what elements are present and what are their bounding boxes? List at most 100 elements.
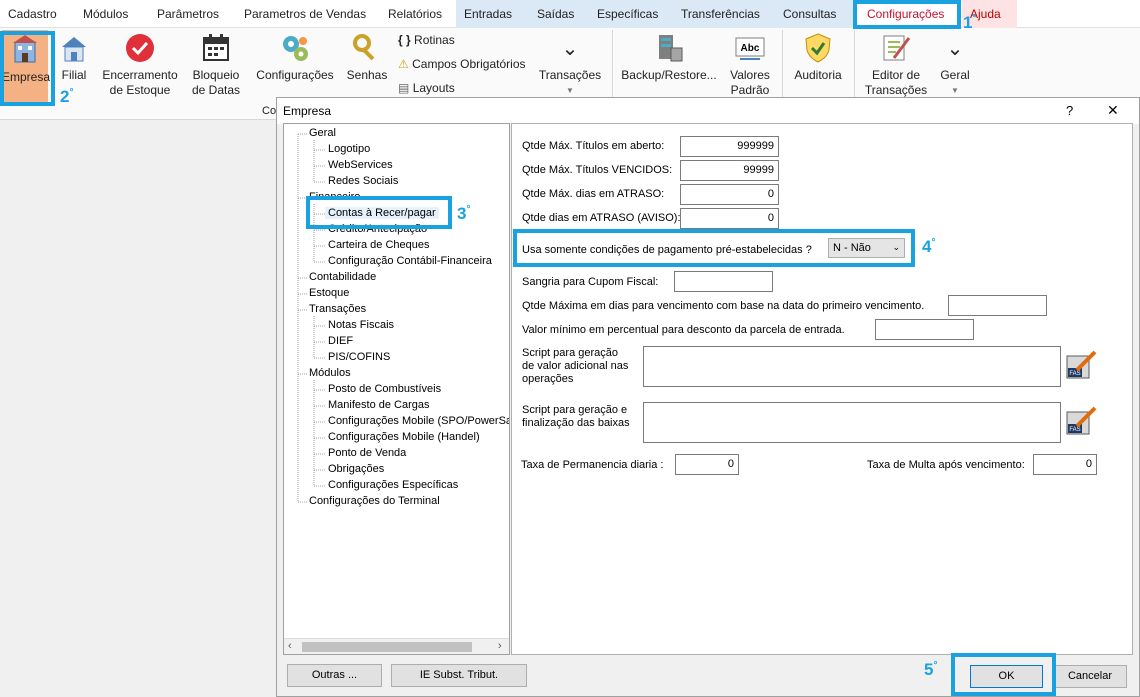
valor-minimo-field[interactable] xyxy=(875,319,974,340)
highlight-configuracoes xyxy=(853,0,961,29)
valor-minimo-label: Valor mínimo em percentual para desconto… xyxy=(522,324,845,336)
geral-button[interactable]: ⌄ Geral ▼ xyxy=(936,30,974,98)
script1-textarea[interactable] xyxy=(643,346,1061,387)
tree-item[interactable]: Módulos xyxy=(309,367,351,379)
tree-item[interactable]: DIEF xyxy=(328,335,353,347)
key-icon xyxy=(353,34,375,61)
script2-edit-button[interactable]: FAS xyxy=(1065,406,1097,438)
menu-saidas[interactable]: Saídas xyxy=(529,0,589,28)
close-button[interactable]: ✕ xyxy=(1107,102,1119,119)
tree-scrollbar[interactable]: ‹ › xyxy=(284,638,509,654)
tree-item[interactable]: Configurações Mobile (Handel) xyxy=(328,431,480,443)
document-icon: ▤ xyxy=(398,81,410,95)
scroll-thumb[interactable] xyxy=(302,642,472,652)
highlight-condicoes-pagamento xyxy=(513,229,915,267)
menu-entradas[interactable]: Entradas xyxy=(456,0,529,28)
taxa-permanencia-label: Taxa de Permanencia diaria : xyxy=(521,459,664,471)
taxa-permanencia-field[interactable]: 0 xyxy=(675,454,739,475)
menu-cadastro[interactable]: Cadastro xyxy=(0,0,65,28)
annotation-4-degree: ° xyxy=(931,237,936,248)
senhas-button[interactable]: Senhas xyxy=(344,30,390,83)
calendar-icon xyxy=(203,34,229,61)
tree-item[interactable]: Obrigações xyxy=(328,463,384,475)
script1-edit-button[interactable]: FAS xyxy=(1065,350,1097,382)
tree-item[interactable]: Carteira de Cheques xyxy=(328,239,430,251)
menu-consultas[interactable]: Consultas xyxy=(775,0,855,28)
tree-item[interactable]: Configurações Específicas xyxy=(328,479,458,491)
backup-label: Backup/Restore... xyxy=(621,68,717,82)
tree-item[interactable]: Configuração Contábil-Financeira xyxy=(328,255,492,267)
scroll-left-icon[interactable]: ‹ xyxy=(288,640,292,652)
script1-label-line3: operações xyxy=(522,373,574,385)
valores-label-2: Padrão xyxy=(730,83,770,97)
tree-item[interactable]: Posto de Combustíveis xyxy=(328,383,441,395)
dropdown-arrow-icon: ▼ xyxy=(951,86,959,95)
tree-item[interactable]: PIS/COFINS xyxy=(328,351,390,363)
dias-aviso-field[interactable]: 0 xyxy=(680,208,779,229)
abc-icon: Abc xyxy=(735,37,765,60)
tree-item[interactable]: Contabilidade xyxy=(309,271,376,283)
dialog-title-bar: Empresa ? ✕ xyxy=(277,98,1139,124)
layouts-label: Layouts xyxy=(412,81,455,95)
house-icon xyxy=(62,37,86,62)
ie-subst-tribut-button[interactable]: IE Subst. Tribut. xyxy=(391,664,527,687)
configuracoes-button[interactable]: Configurações xyxy=(252,30,338,83)
tree-item[interactable]: WebServices xyxy=(328,159,393,171)
backup-restore-button[interactable]: Backup/Restore... xyxy=(620,30,718,83)
taxa-multa-field[interactable]: 0 xyxy=(1033,454,1097,475)
cancelar-button[interactable]: Cancelar xyxy=(1053,665,1127,688)
script2-label-line2: finalização das baixas xyxy=(522,417,630,429)
filial-button[interactable]: Filial xyxy=(52,30,96,83)
max-vencidos-field[interactable]: 99999 xyxy=(680,160,779,181)
shield-check-icon xyxy=(805,33,831,63)
menu-parametros[interactable]: Parâmetros xyxy=(149,0,227,28)
scroll-right-icon[interactable]: › xyxy=(498,640,502,652)
tree-item[interactable]: Configurações do Terminal xyxy=(309,495,440,507)
tree-item[interactable]: Ponto de Venda xyxy=(328,447,406,459)
menu-parametros-vendas[interactable]: Parametros de Vendas xyxy=(236,0,374,28)
tree-item[interactable]: Geral xyxy=(309,127,336,139)
max-titulos-field[interactable]: 999999 xyxy=(680,136,779,157)
layouts-button[interactable]: ▤ Layouts xyxy=(398,81,455,95)
menu-transferencias[interactable]: Transferências xyxy=(673,0,775,28)
sangria-field[interactable] xyxy=(674,271,773,292)
tree-item[interactable]: Logotipo xyxy=(328,143,370,155)
tree-item[interactable]: Configurações Mobile (SPO/PowerSa xyxy=(328,415,509,427)
script2-textarea[interactable] xyxy=(643,402,1061,443)
bloqueio-label-2: de Datas xyxy=(191,83,241,97)
dialog-title: Empresa xyxy=(283,104,332,118)
qtde-max-dias-label: Qtde Máxima em dias para vencimento com … xyxy=(522,300,925,312)
auditoria-button[interactable]: Auditoria xyxy=(790,30,846,83)
svg-text:Abc: Abc xyxy=(741,43,760,54)
taxa-multa-label: Taxa de Multa após vencimento: xyxy=(867,459,1025,471)
rotinas-button[interactable]: { } Rotinas xyxy=(398,33,455,47)
encerramento-label-1: Encerramento xyxy=(102,68,178,82)
empresa-dialog: Empresa ? ✕ Geral Logotipo WebServices R… xyxy=(276,97,1140,697)
menu-modulos[interactable]: Módulos xyxy=(75,0,136,28)
help-button[interactable]: ? xyxy=(1066,103,1073,118)
tree-item[interactable]: Notas Fiscais xyxy=(328,319,394,331)
editor-transacoes-button[interactable]: Editor de Transações xyxy=(862,30,930,98)
menu-especificas[interactable]: Específicas xyxy=(589,0,673,28)
filial-label: Filial xyxy=(61,68,87,82)
encerramento-estoque-button[interactable]: Encerramento de Estoque xyxy=(100,30,180,98)
valores-padrao-button[interactable]: Abc Valores Padrão xyxy=(724,30,776,98)
rotinas-label: Rotinas xyxy=(414,33,455,47)
tree-item[interactable]: Redes Sociais xyxy=(328,175,398,187)
gears-icon xyxy=(283,36,308,61)
campos-obrigatorios-button[interactable]: ⚠ Campos Obrigatórios xyxy=(398,57,526,71)
qtde-max-dias-field[interactable] xyxy=(948,295,1047,316)
annotation-2-degree: ° xyxy=(69,87,74,98)
max-dias-atraso-field[interactable]: 0 xyxy=(680,184,779,205)
dropdown-arrow-icon: ▼ xyxy=(566,86,574,95)
server-icon xyxy=(659,35,683,62)
outras-button[interactable]: Outras ... xyxy=(287,664,382,687)
tree-item[interactable]: Transações xyxy=(309,303,366,315)
transacoes-button[interactable]: ⌄ Transações ▼ xyxy=(538,30,602,98)
script1-label-line1: Script para geração xyxy=(522,347,618,359)
menu-relatorios[interactable]: Relatórios xyxy=(380,0,450,28)
tree-item[interactable]: Manifesto de Cargas xyxy=(328,399,430,411)
bloqueio-datas-button[interactable]: Bloqueio de Datas xyxy=(186,30,246,98)
valores-label-1: Valores xyxy=(730,68,770,82)
tree-item[interactable]: Estoque xyxy=(309,287,349,299)
